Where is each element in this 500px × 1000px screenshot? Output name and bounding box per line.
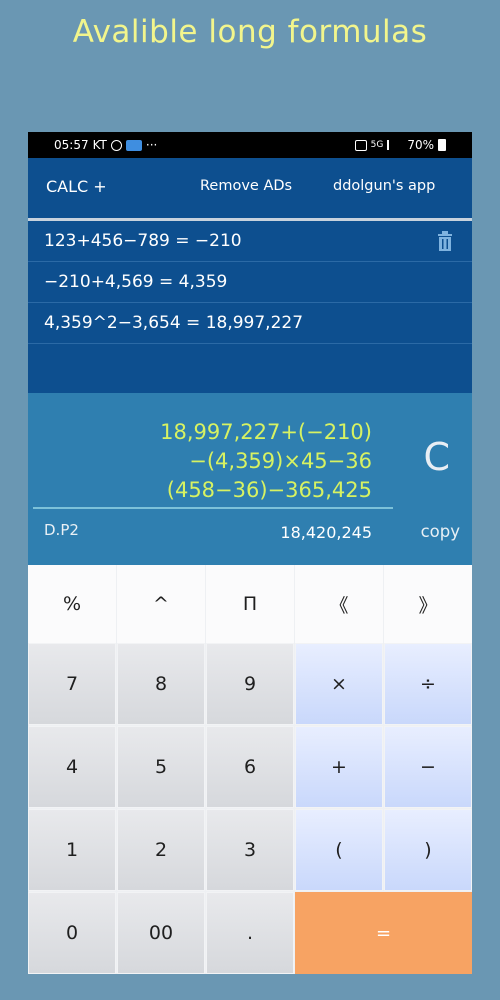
decimal-point-key[interactable]: . <box>206 892 294 974</box>
pi-key[interactable]: Π <box>206 565 294 643</box>
expression-underline <box>33 507 393 509</box>
status-bar: 05:57 KT ··· 5G 70% <box>28 132 472 158</box>
app-notification-icon <box>125 139 142 151</box>
status-time: 05:57 <box>54 138 89 152</box>
digit-6-key[interactable]: 6 <box>206 726 294 808</box>
clear-button[interactable]: C <box>423 435 450 479</box>
equals-key[interactable]: = <box>295 892 472 974</box>
vibrate-icon <box>354 139 367 151</box>
expression-display[interactable]: 18,997,227+(−210) −(4,359)×45−36 (458−36… <box>160 418 372 505</box>
more-notifications-icon: ··· <box>145 138 158 152</box>
battery-percent: 70% <box>407 138 434 152</box>
history-row[interactable]: 123+456−789 = −210 <box>28 221 472 262</box>
history-row[interactable]: −210+4,569 = 4,359 <box>28 262 472 303</box>
digit-7-key[interactable]: 7 <box>28 643 116 725</box>
result-value: 18,420,245 <box>280 523 372 542</box>
digit-0-key[interactable]: 0 <box>28 892 116 974</box>
network-type: 5G <box>370 140 384 150</box>
percent-key[interactable]: % <box>28 565 116 643</box>
history-entry: −210+4,569 = 4,359 <box>44 272 228 292</box>
power-key[interactable]: ^ <box>117 565 205 643</box>
keypad: % ^ Π 《 》 7 8 9 × ÷ 4 5 6 + − 1 2 3 ( ) … <box>28 565 472 974</box>
minus-key[interactable]: − <box>384 726 472 808</box>
double-zero-key[interactable]: 00 <box>117 892 205 974</box>
digit-3-key[interactable]: 3 <box>206 809 294 891</box>
digit-9-key[interactable]: 9 <box>206 643 294 725</box>
expression-line: (458−36)−365,425 <box>166 478 372 502</box>
status-carrier: KT <box>92 138 107 152</box>
remove-ads-button[interactable]: Remove ADs <box>200 178 292 194</box>
multiply-key[interactable]: × <box>295 643 383 725</box>
digit-8-key[interactable]: 8 <box>117 643 205 725</box>
settings-icon <box>110 139 122 151</box>
digit-5-key[interactable]: 5 <box>117 726 205 808</box>
signal-icon <box>387 140 403 150</box>
expression-line: 18,997,227+(−210) <box>160 420 372 444</box>
battery-icon <box>438 139 446 151</box>
digit-1-key[interactable]: 1 <box>28 809 116 891</box>
history-panel: 123+456−789 = −210 −210+4,569 = 4,359 4,… <box>28 218 472 393</box>
app-title: CALC + <box>46 177 107 196</box>
digit-4-key[interactable]: 4 <box>28 726 116 808</box>
history-entry: 4,359^2−3,654 = 18,997,227 <box>44 313 304 333</box>
history-row[interactable] <box>28 344 472 384</box>
close-paren-key[interactable]: ) <box>384 809 472 891</box>
digit-2-key[interactable]: 2 <box>117 809 205 891</box>
trash-icon[interactable] <box>436 231 454 251</box>
decimal-places-button[interactable]: D.P2 <box>44 521 79 539</box>
promo-title: Avalible long formulas <box>72 14 428 50</box>
calculator-display: 18,997,227+(−210) −(4,359)×45−36 (458−36… <box>28 393 472 565</box>
expression-line: −(4,359)×45−36 <box>189 449 372 473</box>
copy-button[interactable]: copy <box>421 522 460 541</box>
cursor-right-key[interactable]: 》 <box>384 565 472 643</box>
history-row[interactable]: 4,359^2−3,654 = 18,997,227 <box>28 303 472 344</box>
developer-apps-button[interactable]: ddolgun's app <box>333 178 435 194</box>
open-paren-key[interactable]: ( <box>295 809 383 891</box>
plus-key[interactable]: + <box>295 726 383 808</box>
divide-key[interactable]: ÷ <box>384 643 472 725</box>
cursor-left-key[interactable]: 《 <box>295 565 383 643</box>
app-bar: CALC + Remove ADs ddolgun's app <box>28 158 472 216</box>
history-entry: 123+456−789 = −210 <box>44 231 242 251</box>
phone-screen: 05:57 KT ··· 5G 70% CALC + Remove ADs dd… <box>28 132 472 974</box>
